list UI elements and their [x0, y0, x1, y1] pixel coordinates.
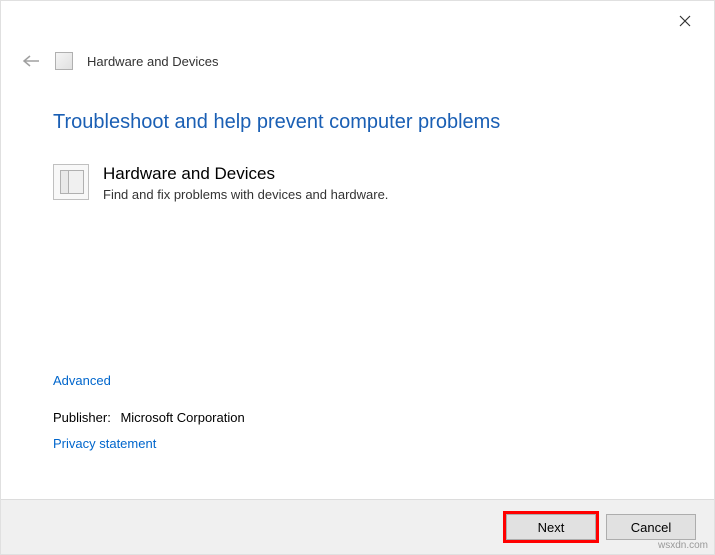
- window-title: Hardware and Devices: [87, 54, 219, 69]
- next-button[interactable]: Next: [506, 514, 596, 540]
- device-title: Hardware and Devices: [103, 164, 388, 184]
- content-area: Troubleshoot and help prevent computer p…: [1, 71, 714, 453]
- troubleshooter-icon: [55, 52, 73, 70]
- publisher-row: Publisher: Microsoft Corporation: [53, 410, 662, 425]
- close-button[interactable]: [670, 9, 700, 33]
- wizard-header: Hardware and Devices: [1, 1, 714, 71]
- publisher-label: Publisher:: [53, 410, 111, 425]
- footer-bar: Next Cancel: [1, 499, 714, 554]
- advanced-link[interactable]: Advanced: [53, 373, 111, 388]
- publisher-value: Microsoft Corporation: [120, 410, 244, 425]
- device-section: Hardware and Devices Find and fix proble…: [53, 164, 662, 202]
- hardware-devices-icon: [53, 164, 89, 200]
- device-text: Hardware and Devices Find and fix proble…: [103, 164, 388, 202]
- watermark: wsxdn.com: [658, 540, 708, 551]
- main-heading: Troubleshoot and help prevent computer p…: [53, 111, 662, 134]
- back-arrow-icon[interactable]: [21, 51, 41, 71]
- privacy-statement-link[interactable]: Privacy statement: [53, 436, 156, 451]
- device-description: Find and fix problems with devices and h…: [103, 187, 388, 202]
- cancel-button[interactable]: Cancel: [606, 514, 696, 540]
